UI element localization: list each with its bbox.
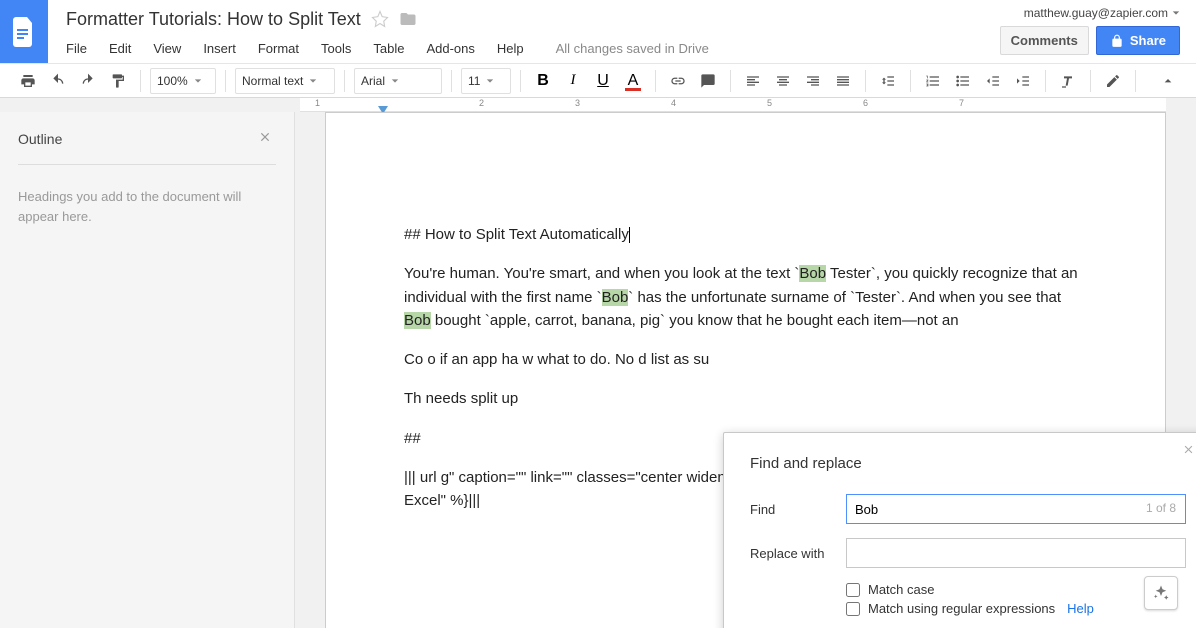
numbered-list-icon[interactable]: [920, 68, 946, 94]
insert-comment-icon[interactable]: [695, 68, 721, 94]
match-case-checkbox[interactable]: Match case: [846, 582, 1186, 597]
explore-button[interactable]: [1144, 576, 1178, 610]
ruler-number: 1: [315, 98, 320, 108]
document-paragraph: Co o if an app ha: [404, 348, 1087, 371]
font-select[interactable]: Arial: [354, 68, 442, 94]
help-link[interactable]: Help: [1067, 601, 1094, 616]
ruler-number: 4: [671, 98, 676, 108]
chevron-up-icon[interactable]: [1155, 68, 1181, 94]
find-input[interactable]: [846, 494, 1186, 524]
align-left-icon[interactable]: [740, 68, 766, 94]
font-size-select[interactable]: 11: [461, 68, 511, 94]
find-label: Find: [750, 502, 846, 517]
bulleted-list-icon[interactable]: [950, 68, 976, 94]
explore-icon: [1152, 584, 1170, 602]
close-icon[interactable]: [1182, 443, 1196, 461]
menu-edit[interactable]: Edit: [109, 41, 131, 56]
document-area: ## How to Split Text Automatically You'r…: [295, 112, 1196, 628]
menu-tools[interactable]: Tools: [321, 41, 351, 56]
match-regex-checkbox[interactable]: Match using regular expressionsHelp: [846, 601, 1186, 616]
user-email[interactable]: matthew.guay@zapier.com: [1000, 6, 1180, 20]
line-spacing-icon[interactable]: [875, 68, 901, 94]
decrease-indent-icon[interactable]: [980, 68, 1006, 94]
toolbar: 100% Normal text Arial 11 B I U A: [0, 63, 1196, 98]
editing-mode-icon[interactable]: [1100, 68, 1126, 94]
replace-input[interactable]: [846, 538, 1186, 568]
document-paragraph: You're human. You're smart, and when you…: [404, 262, 1087, 332]
clear-formatting-icon[interactable]: [1055, 68, 1081, 94]
menu-insert[interactable]: Insert: [203, 41, 236, 56]
highlighted-match: Bob: [799, 265, 826, 282]
lock-icon: [1110, 34, 1124, 48]
star-icon[interactable]: [371, 10, 389, 28]
menu-bar: File Edit View Insert Format Tools Table…: [66, 34, 1000, 62]
undo-icon[interactable]: [45, 68, 71, 94]
paint-format-icon[interactable]: [105, 68, 131, 94]
ruler-number: 5: [767, 98, 772, 108]
text-color-button[interactable]: A: [620, 68, 646, 94]
document-paragraph: Th needs split up: [404, 387, 1087, 410]
menu-help[interactable]: Help: [497, 41, 524, 56]
align-right-icon[interactable]: [800, 68, 826, 94]
ruler-number: 7: [959, 98, 964, 108]
redo-icon[interactable]: [75, 68, 101, 94]
menu-view[interactable]: View: [153, 41, 181, 56]
italic-button[interactable]: I: [560, 68, 586, 94]
highlighted-match: Bob: [404, 312, 431, 329]
align-center-icon[interactable]: [770, 68, 796, 94]
menu-addons[interactable]: Add-ons: [426, 41, 474, 56]
align-justify-icon[interactable]: [830, 68, 856, 94]
outline-panel: Outline Headings you add to the document…: [0, 112, 295, 628]
share-button[interactable]: Share: [1096, 26, 1180, 55]
document-heading: ## How to Split Text Automatically: [404, 223, 1087, 246]
menu-file[interactable]: File: [66, 41, 87, 56]
ruler-number: 3: [575, 98, 580, 108]
comments-button[interactable]: Comments: [1000, 26, 1089, 55]
insert-link-icon[interactable]: [665, 68, 691, 94]
ruler-number: 6: [863, 98, 868, 108]
save-status: All changes saved in Drive: [556, 41, 709, 56]
print-icon[interactable]: [15, 68, 41, 94]
find-count: 1 of 8: [1146, 501, 1176, 515]
folder-icon[interactable]: [399, 10, 417, 28]
menu-table[interactable]: Table: [373, 41, 404, 56]
docs-logo[interactable]: [0, 0, 48, 63]
app-header: Formatter Tutorials: How to Split Text F…: [0, 0, 1196, 63]
outline-hint: Headings you add to the document will ap…: [18, 187, 276, 226]
zoom-select[interactable]: 100%: [150, 68, 216, 94]
style-select[interactable]: Normal text: [235, 68, 335, 94]
highlighted-match: Bob: [602, 289, 629, 306]
replace-label: Replace with: [750, 546, 846, 561]
increase-indent-icon[interactable]: [1010, 68, 1036, 94]
find-replace-dialog: Find and replace Find 1 of 8 Replace wit…: [723, 432, 1196, 628]
dialog-title: Find and replace: [750, 455, 1186, 472]
menu-format[interactable]: Format: [258, 41, 299, 56]
chevron-down-icon: [1172, 9, 1180, 17]
ruler: 1 2 3 4 5 6 7: [300, 98, 1166, 112]
underline-button[interactable]: U: [590, 68, 616, 94]
bold-button[interactable]: B: [530, 68, 556, 94]
document-title[interactable]: Formatter Tutorials: How to Split Text: [66, 9, 361, 30]
close-icon[interactable]: [258, 130, 276, 148]
ruler-number: 2: [479, 98, 484, 108]
outline-title: Outline: [18, 131, 62, 147]
